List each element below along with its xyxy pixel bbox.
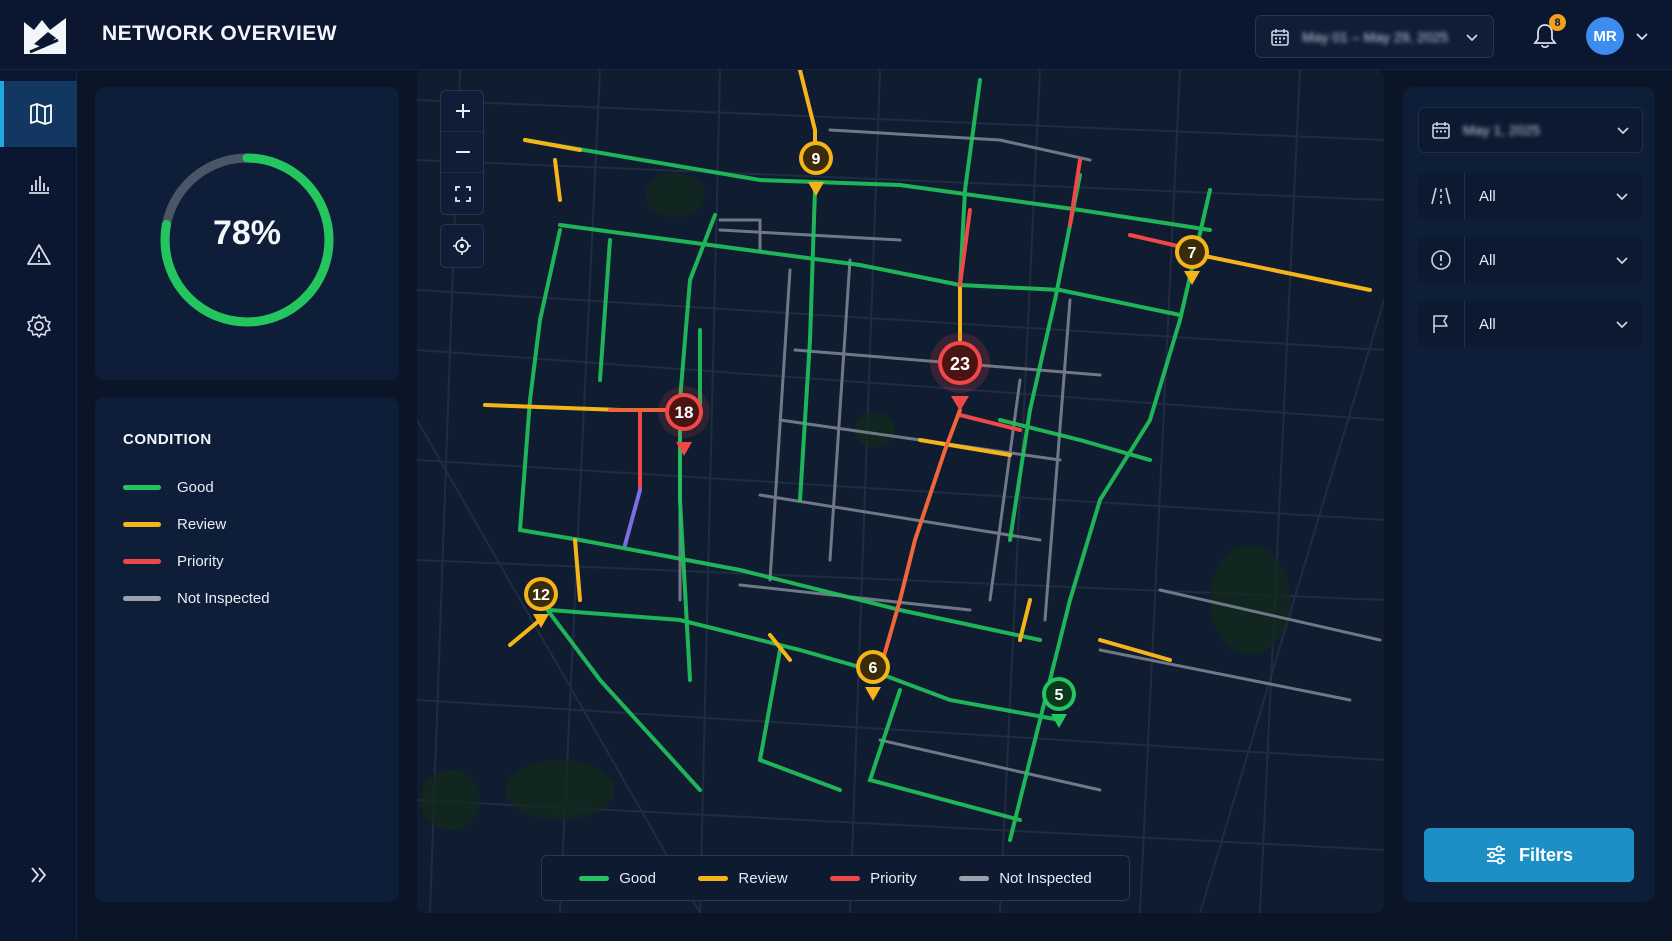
map-legend-priority: Priority [830,870,917,887]
alert-circle-icon [1418,237,1464,283]
condition-legend-card: CONDITION Good Review Priority Not Inspe… [95,397,399,902]
filters-button[interactable]: Filters [1424,828,1634,882]
double-chevron-right-icon [30,867,46,883]
header-date-range-value: May 01 – May 29, 2025 [1302,28,1449,45]
filter-panel: May 1, 2025 All All All Filters [1403,87,1655,902]
marker-label: 9 [812,151,821,168]
map-marker-layer: 9 7 23 18 12 6 5 [524,141,1209,728]
sliders-icon [1486,845,1505,865]
filters-button-label: Filters [1518,844,1574,865]
marker-label: 7 [1188,245,1197,262]
priority-swatch [123,559,161,564]
flag-icon [1418,301,1464,347]
legend-item-priority: Priority [123,553,224,570]
filter-date-picker[interactable]: May 1, 2025 [1418,107,1643,153]
map-icon [29,103,52,125]
chevron-down-icon [1617,127,1629,135]
crosshair-icon [453,237,471,255]
map-marker-9[interactable]: 9 [799,141,833,196]
fullscreen-icon [455,185,471,202]
chevron-down-icon [1616,257,1628,265]
map-marker-6[interactable]: 6 [856,650,890,701]
filter-flag[interactable]: All [1418,301,1643,347]
map-marker-5[interactable]: 5 [1042,677,1076,728]
filter-road-type[interactable]: All [1418,173,1643,219]
marker-label: 5 [1055,687,1064,704]
chevron-down-icon [1466,33,1478,41]
calendar-icon [1271,28,1289,46]
top-bar: NETWORK OVERVIEW May 01 – May 29, 2025 8… [0,0,1672,70]
fullscreen-button[interactable] [441,173,485,214]
bar-chart-icon [28,176,49,194]
legend-label: Priority [177,553,224,570]
notification-count-badge: 8 [1549,14,1566,31]
nav-item-analytics[interactable] [0,151,77,217]
map-marker-23[interactable]: 23 [930,333,990,411]
map-zoom-controls [440,90,485,215]
app-root: NETWORK OVERVIEW May 01 – May 29, 2025 8… [0,0,1672,941]
map-legend: Good Review Priority Not Inspected [541,855,1130,901]
map-marker-12[interactable]: 12 [524,577,558,628]
zoom-out-button[interactable] [441,132,485,173]
zoom-in-button[interactable] [441,91,485,132]
map-legend-review: Review [698,870,788,887]
minus-icon [456,151,470,153]
filter-severity[interactable]: All [1418,237,1643,283]
chevron-down-icon [1616,321,1628,329]
legend-label: Review [177,516,227,533]
map-legend-not-inspected: Not Inspected [959,870,1092,887]
nav-item-map[interactable] [0,81,77,147]
legend-item-good: Good [123,479,214,496]
road-type-select[interactable]: All [1464,173,1643,219]
score-gauge-value: 78% [212,214,282,252]
app-logo [24,18,66,54]
nav-item-alerts[interactable] [0,222,77,288]
marker-label: 6 [869,660,878,677]
nav-item-settings[interactable] [0,293,77,359]
user-avatar[interactable]: MR [1586,17,1624,55]
expand-sidebar-button[interactable] [0,842,77,908]
plus-icon [456,104,470,118]
page-title: NETWORK OVERVIEW [102,22,338,45]
marker-label: 18 [675,403,694,422]
legend-label: Not Inspected [177,590,270,607]
severity-select[interactable]: All [1464,237,1643,283]
legend-label: Good [177,479,214,496]
calendar-icon [1432,122,1450,139]
header-date-range-picker[interactable]: May 01 – May 29, 2025 [1255,15,1494,58]
map-marker-18[interactable]: 18 [658,386,710,456]
marker-label: 23 [950,354,970,374]
user-menu-chevron-icon[interactable] [1634,28,1650,44]
gear-icon [26,314,51,338]
road-icon [1418,173,1464,219]
map-legend-good: Good [579,870,656,887]
network-score-card: 78% [95,87,399,380]
side-nav [0,70,77,941]
flag-select[interactable]: All [1464,301,1643,347]
condition-legend-title: CONDITION [123,431,212,448]
warning-icon [26,244,51,265]
chevron-down-icon [1616,193,1628,201]
map-marker-7[interactable]: 7 [1175,235,1209,285]
good-swatch [123,485,161,490]
locate-me-button[interactable] [440,224,484,268]
not-inspected-swatch [123,596,161,601]
legend-item-not-inspected: Not Inspected [123,590,270,607]
filter-date-value: May 1, 2025 [1463,122,1541,138]
legend-item-review: Review [123,516,226,533]
review-swatch [123,522,161,527]
marker-label: 12 [532,587,550,604]
